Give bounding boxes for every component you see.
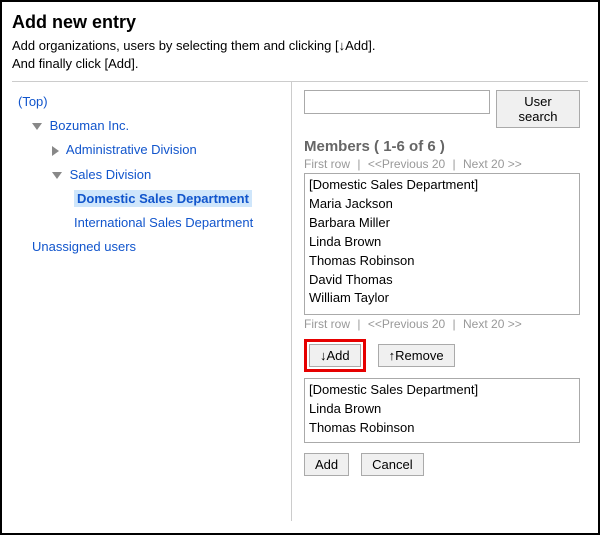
- dialog: Add new entry Add organizations, users b…: [0, 0, 600, 535]
- org-tree: (Top) Bozuman Inc. Administrative Divisi…: [12, 82, 292, 521]
- cancel-button[interactable]: Cancel: [361, 453, 423, 476]
- tree-unassigned[interactable]: Unassigned users: [18, 235, 285, 259]
- pager-first[interactable]: First row: [304, 157, 350, 171]
- chevron-down-icon[interactable]: [52, 172, 62, 179]
- chevron-right-icon[interactable]: [52, 146, 59, 156]
- search-row: User search: [304, 90, 580, 128]
- tree-sales[interactable]: Sales Division: [18, 163, 285, 187]
- chevron-down-icon[interactable]: [32, 123, 42, 130]
- tree-admin[interactable]: Administrative Division: [18, 138, 285, 162]
- list-item[interactable]: Maria Jackson: [309, 195, 575, 214]
- list-item[interactable]: Linda Brown: [309, 233, 575, 252]
- selected-listbox[interactable]: [Domestic Sales Department] Linda Brown …: [304, 378, 580, 443]
- page-subtitle: Add organizations, users by selecting th…: [12, 37, 588, 73]
- tree-domestic[interactable]: Domestic Sales Department: [18, 187, 285, 211]
- remove-up-button[interactable]: ↑Remove: [378, 344, 455, 367]
- pager-sep: |: [357, 317, 360, 331]
- list-item[interactable]: Barbara Miller: [309, 214, 575, 233]
- list-item[interactable]: [Domestic Sales Department]: [309, 381, 575, 400]
- add-down-button[interactable]: ↓Add: [309, 344, 361, 367]
- pager-first[interactable]: First row: [304, 317, 350, 331]
- members-listbox[interactable]: [Domestic Sales Department] Maria Jackso…: [304, 173, 580, 315]
- subtitle-line-2: And finally click [Add].: [12, 56, 138, 71]
- members-heading: Members ( 1-6 of 6 ): [304, 138, 580, 155]
- content: (Top) Bozuman Inc. Administrative Divisi…: [12, 81, 588, 521]
- list-item[interactable]: Thomas Robinson: [309, 419, 575, 438]
- final-actions: Add Cancel: [304, 453, 580, 476]
- pager-sep: |: [453, 317, 456, 331]
- tree-unassigned-link[interactable]: Unassigned users: [32, 239, 136, 254]
- tree-org-link[interactable]: Bozuman Inc.: [50, 118, 130, 133]
- pager-sep: |: [453, 157, 456, 171]
- pager-top: First row | <<Previous 20 | Next 20 >>: [304, 157, 580, 171]
- pager-prev[interactable]: <<Previous 20: [368, 157, 445, 171]
- right-pane: User search Members ( 1-6 of 6 ) First r…: [292, 82, 588, 521]
- subtitle-line-1: Add organizations, users by selecting th…: [12, 38, 375, 53]
- move-actions: ↓Add ↑Remove: [304, 339, 580, 372]
- tree-top-link[interactable]: (Top): [18, 94, 48, 109]
- tree-sales-link[interactable]: Sales Division: [70, 167, 152, 182]
- list-item[interactable]: David Thomas: [309, 271, 575, 290]
- add-button[interactable]: Add: [304, 453, 349, 476]
- tree-top[interactable]: (Top): [18, 90, 285, 114]
- list-item[interactable]: Thomas Robinson: [309, 252, 575, 271]
- user-search-button[interactable]: User search: [496, 90, 580, 128]
- list-item[interactable]: William Taylor: [309, 289, 575, 308]
- page-title: Add new entry: [12, 12, 588, 33]
- tree-domestic-link[interactable]: Domestic Sales Department: [74, 190, 252, 207]
- pager-bottom: First row | <<Previous 20 | Next 20 >>: [304, 317, 580, 331]
- search-input[interactable]: [304, 90, 490, 114]
- pager-next[interactable]: Next 20 >>: [463, 157, 522, 171]
- highlight-frame: ↓Add: [304, 339, 366, 372]
- pager-next[interactable]: Next 20 >>: [463, 317, 522, 331]
- pager-sep: |: [357, 157, 360, 171]
- list-item[interactable]: [Domestic Sales Department]: [309, 176, 575, 195]
- tree-admin-link[interactable]: Administrative Division: [66, 142, 197, 157]
- pager-prev[interactable]: <<Previous 20: [368, 317, 445, 331]
- tree-org[interactable]: Bozuman Inc.: [18, 114, 285, 138]
- tree-intl-link[interactable]: International Sales Department: [74, 215, 253, 230]
- tree-intl[interactable]: International Sales Department: [18, 211, 285, 235]
- list-item[interactable]: Linda Brown: [309, 400, 575, 419]
